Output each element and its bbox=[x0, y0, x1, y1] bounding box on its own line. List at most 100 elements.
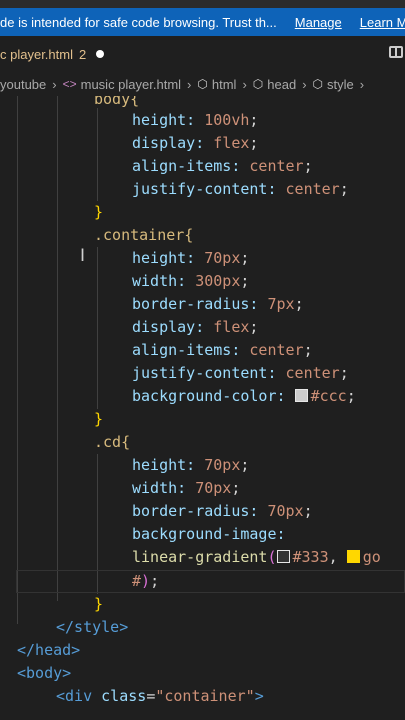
property: height: bbox=[132, 456, 196, 474]
code-line: background-image: bbox=[132, 523, 286, 546]
code-line: linear-gradient(#333, go bbox=[132, 548, 381, 566]
breadcrumb-item-style[interactable]: style bbox=[327, 77, 354, 92]
code-line: display: flex; bbox=[132, 134, 259, 152]
code-line: <div class="container"> bbox=[56, 687, 264, 705]
element-icon: ⬡ bbox=[312, 77, 324, 91]
property: height: bbox=[132, 249, 196, 267]
code-line: width: 300px; bbox=[132, 272, 250, 290]
code-line: align-items: center; bbox=[132, 157, 313, 175]
html-tag: <body> bbox=[17, 664, 72, 682]
selector-cd: .cd{ bbox=[94, 433, 131, 451]
selector-body: body{ bbox=[94, 96, 140, 108]
element-icon: ⬡ bbox=[197, 77, 208, 91]
code-line: height: 70px; bbox=[132, 456, 250, 474]
value: center bbox=[249, 341, 304, 359]
property: justify-content: bbox=[132, 364, 277, 382]
code-line: <body> bbox=[17, 662, 71, 685]
split-editor-icon[interactable] bbox=[389, 46, 403, 58]
value: center bbox=[249, 157, 304, 175]
value: 70px bbox=[195, 479, 232, 497]
property: display: bbox=[132, 318, 205, 336]
breadcrumb-item-head[interactable]: head bbox=[267, 77, 296, 92]
code-editor[interactable]: body{ height: 100vh; display: flex; alig… bbox=[0, 96, 405, 720]
tab-problem-count: 2 bbox=[78, 46, 87, 62]
property: display: bbox=[132, 134, 205, 152]
code-line: width: 70px; bbox=[132, 479, 241, 497]
indent-guide bbox=[97, 108, 98, 201]
manage-link[interactable]: Manage bbox=[295, 15, 342, 30]
breadcrumb: youtube › <> music player.html › ⬡ html … bbox=[0, 72, 405, 96]
code-line: .cd{ bbox=[94, 431, 130, 454]
code-line: background-color: #ccc; bbox=[132, 387, 356, 405]
tab-label: c player.html bbox=[0, 46, 73, 62]
property: border-radius: bbox=[132, 295, 259, 313]
selector-container: .container{ bbox=[94, 226, 194, 244]
indent-guide bbox=[97, 247, 98, 409]
value: 100vh bbox=[204, 111, 250, 129]
code-line: height: 70px; bbox=[132, 249, 250, 267]
tab-music-player[interactable]: c player.html 2 bbox=[0, 36, 120, 72]
element-icon: ⬡ bbox=[252, 77, 264, 91]
html-tag: <div bbox=[56, 687, 93, 705]
code-line: align-items: center; bbox=[132, 341, 313, 359]
code-line: justify-content: center; bbox=[132, 364, 349, 382]
current-line-highlight bbox=[16, 570, 405, 593]
code-line: border-radius: 70px; bbox=[132, 502, 313, 520]
editor-tab-bar: c player.html 2 bbox=[0, 36, 405, 73]
value: center bbox=[285, 180, 340, 198]
restricted-mode-banner: de is intended for safe code browsing. T… bbox=[0, 8, 405, 36]
property: background-image: bbox=[132, 525, 286, 543]
property: justify-content: bbox=[132, 180, 277, 198]
value: center bbox=[285, 364, 340, 382]
value: # bbox=[132, 572, 142, 590]
close-brace: } bbox=[94, 595, 104, 613]
banner-message: de is intended for safe code browsing. T… bbox=[0, 14, 277, 30]
value: flex bbox=[213, 134, 250, 152]
code-line: </style> bbox=[56, 616, 128, 639]
code-line: height: 100vh; bbox=[132, 111, 259, 129]
chevron-right-icon: › bbox=[187, 76, 192, 92]
code-line: } bbox=[94, 593, 103, 616]
html-tag: > bbox=[254, 687, 264, 705]
value: 70px bbox=[204, 456, 241, 474]
html-file-icon: <> bbox=[62, 77, 77, 91]
color-swatch-icon[interactable] bbox=[294, 389, 308, 402]
value: flex bbox=[213, 318, 250, 336]
chevron-right-icon: › bbox=[242, 76, 247, 92]
text-cursor-icon: I bbox=[80, 246, 86, 266]
property: background-color: bbox=[132, 387, 286, 405]
breadcrumb-item-file[interactable]: music player.html bbox=[81, 77, 181, 92]
indent-guide bbox=[57, 96, 58, 601]
unsaved-dot-icon[interactable] bbox=[96, 50, 105, 58]
property: border-radius: bbox=[132, 502, 259, 520]
code-line: justify-content: center; bbox=[132, 180, 349, 198]
color-swatch-icon[interactable] bbox=[276, 550, 290, 563]
value: 70px bbox=[204, 249, 241, 267]
value: 300px bbox=[195, 272, 241, 290]
code-line: border-radius: 7px; bbox=[132, 295, 304, 313]
code-line: } bbox=[94, 408, 103, 431]
chevron-right-icon: › bbox=[302, 76, 307, 92]
learn-more-link[interactable]: Learn More bbox=[360, 15, 405, 30]
breadcrumb-item-folder[interactable]: youtube bbox=[0, 77, 46, 92]
code-line: #); bbox=[132, 572, 160, 590]
chevron-right-icon: › bbox=[52, 76, 57, 92]
color-swatch-icon[interactable] bbox=[346, 550, 360, 563]
function-name: linear-gradient bbox=[132, 548, 268, 566]
property: align-items: bbox=[132, 157, 241, 175]
html-tag: </head> bbox=[17, 641, 81, 659]
code-line: </head> bbox=[17, 639, 80, 662]
value: #333 bbox=[292, 548, 329, 566]
chevron-right-icon: › bbox=[359, 76, 365, 92]
value: 7px bbox=[267, 295, 295, 313]
close-brace: } bbox=[94, 410, 104, 428]
window-top-strip bbox=[0, 0, 405, 8]
html-attribute: class bbox=[101, 687, 147, 705]
property: height: bbox=[132, 111, 196, 129]
property: width: bbox=[132, 479, 187, 497]
attribute-value: "container" bbox=[155, 687, 255, 705]
property: width: bbox=[132, 272, 187, 290]
breadcrumb-item-html[interactable]: html bbox=[212, 77, 237, 92]
property: align-items: bbox=[132, 341, 241, 359]
value: #ccc bbox=[310, 387, 347, 405]
